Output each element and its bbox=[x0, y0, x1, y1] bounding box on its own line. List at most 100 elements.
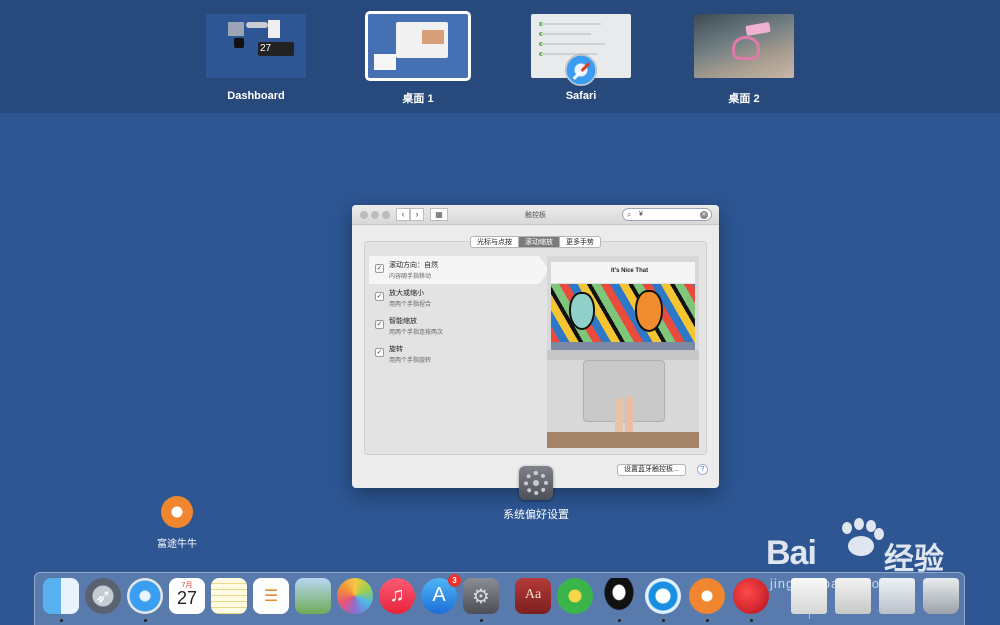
option-zoom-in-out[interactable]: ✓ 放大或缩小 用两个手指捏合 bbox=[369, 284, 539, 312]
space-label-dashboard: Dashboard bbox=[227, 90, 285, 102]
option-description: 用两个手指捏合 bbox=[389, 302, 432, 308]
tab-scroll-zoom[interactable]: 滚动缩放 bbox=[519, 237, 560, 247]
space-thumbnail-dashboard[interactable]: 27 bbox=[206, 14, 306, 78]
setup-bluetooth-trackpad-button[interactable]: 设置蓝牙触控板... bbox=[617, 464, 686, 476]
option-rotate[interactable]: ✓ 旋转 用两个手指旋转 bbox=[369, 340, 539, 368]
system-preferences-icon[interactable]: ⚙ bbox=[463, 578, 499, 614]
screenshots-stack-icon[interactable] bbox=[879, 578, 915, 614]
red-swirl-icon[interactable] bbox=[733, 578, 769, 614]
space-desktop-1[interactable]: 桌面 1 bbox=[365, 11, 471, 106]
documents-stack-icon[interactable] bbox=[835, 578, 871, 614]
app-store-a-icon: A bbox=[432, 584, 446, 606]
clear-search-icon[interactable]: ✕ bbox=[700, 211, 708, 219]
calendar-day: 27 bbox=[176, 588, 198, 608]
list-line bbox=[541, 23, 601, 25]
option-description: 用两个手指旋转 bbox=[389, 358, 432, 364]
running-indicator bbox=[618, 619, 621, 622]
app-store-icon[interactable]: A 3 bbox=[421, 574, 461, 614]
widget-notes bbox=[268, 20, 280, 38]
tab-bar: 光标与点按 滚动缩放 更多手势 bbox=[470, 236, 601, 248]
rocket-icon: ➶ bbox=[94, 586, 112, 608]
paw-toe bbox=[842, 522, 852, 534]
trash-icon[interactable] bbox=[923, 578, 959, 614]
notification-badge: 3 bbox=[448, 574, 461, 587]
running-indicator bbox=[480, 619, 483, 622]
widget-photo bbox=[228, 22, 244, 36]
launchpad-icon[interactable]: ➶ bbox=[85, 578, 121, 614]
space-thumbnail-desktop-2[interactable] bbox=[694, 14, 794, 78]
running-indicator bbox=[144, 619, 147, 622]
gear-icon: ⚙ bbox=[472, 586, 490, 608]
preview-site-header: It's Nice That bbox=[551, 262, 695, 284]
system-preferences-icon[interactable] bbox=[519, 466, 553, 500]
gesture-preview-video: It's Nice That bbox=[547, 256, 699, 448]
running-indicator bbox=[706, 619, 709, 622]
help-button[interactable]: ? bbox=[697, 464, 708, 475]
reminders-icon[interactable]: ☰ bbox=[253, 578, 289, 614]
dock: ➶ 7月 27 ☰ ♫ A 3 ⚙ Aa bbox=[34, 572, 965, 625]
preview-keyboard bbox=[547, 350, 699, 360]
wallpaper-eraser bbox=[745, 21, 771, 37]
futu-niuniu-icon[interactable] bbox=[689, 578, 725, 614]
thumbnail-window-small bbox=[374, 54, 396, 70]
search-field[interactable]: ⌕ ¥ ✕ bbox=[622, 208, 712, 221]
space-label-desktop-1: 桌面 1 bbox=[402, 93, 434, 105]
checkbox-rotate[interactable]: ✓ bbox=[375, 348, 384, 357]
preview-site-title: It's Nice That bbox=[611, 268, 649, 274]
space-label-safari: Safari bbox=[565, 90, 597, 102]
option-description: 用两个手指连按两次 bbox=[389, 330, 444, 336]
preview-icon[interactable] bbox=[295, 578, 331, 614]
space-dashboard[interactable]: 27 Dashboard bbox=[206, 14, 306, 102]
checkbox-zoom-in-out[interactable]: ✓ bbox=[375, 292, 384, 301]
safari-icon bbox=[565, 54, 597, 86]
tab-point-click[interactable]: 光标与点按 bbox=[471, 237, 519, 247]
trackpad-content-panel: ✓ 滚动方向：自然 内容随手指移动 ✓ 放大或缩小 用两个手指捏合 ✓ 智能缩放… bbox=[364, 241, 707, 455]
photos-icon[interactable] bbox=[337, 578, 373, 614]
window-titlebar[interactable]: ‹ › ▦ 触控板 ⌕ ¥ ✕ bbox=[352, 205, 719, 225]
thumbnail-picture bbox=[422, 30, 444, 44]
option-smart-zoom[interactable]: ✓ 智能缩放 用两个手指连按两次 bbox=[369, 312, 539, 340]
music-icon[interactable]: ♫ bbox=[379, 578, 415, 614]
preview-artwork-face bbox=[635, 290, 663, 332]
mission-control-spaces-bar: 27 Dashboard 桌面 1 Safari 桌面 2 bbox=[0, 0, 1000, 113]
preview-trackpad bbox=[583, 360, 665, 422]
notes-icon[interactable] bbox=[211, 578, 247, 614]
calendar-icon[interactable]: 7月 27 bbox=[169, 578, 205, 614]
option-scroll-direction[interactable]: ✓ 滚动方向：自然 内容随手指移动 bbox=[369, 256, 549, 284]
checkbox-scroll-direction[interactable]: ✓ bbox=[375, 264, 384, 273]
checkbox-smart-zoom[interactable]: ✓ bbox=[375, 320, 384, 329]
finder-icon[interactable] bbox=[43, 578, 79, 614]
running-indicator bbox=[60, 619, 63, 622]
wallpaper-heart-icon bbox=[732, 36, 760, 60]
running-indicator bbox=[750, 619, 753, 622]
preview-laptop-screen: It's Nice That bbox=[551, 262, 695, 350]
widget-calendar: 27 bbox=[258, 42, 294, 56]
downloads-stack-icon[interactable] bbox=[791, 578, 827, 614]
list-line bbox=[541, 53, 597, 55]
dictionary-glyph: Aa bbox=[524, 587, 542, 602]
dictionary-icon[interactable]: Aa bbox=[515, 578, 551, 614]
qq-music-icon[interactable] bbox=[557, 578, 593, 614]
safari-icon[interactable] bbox=[127, 578, 163, 614]
option-title: 滚动方向：自然 bbox=[389, 262, 438, 269]
futu-niuniu-icon[interactable] bbox=[161, 496, 193, 528]
preview-artwork-face bbox=[569, 292, 595, 330]
space-thumbnail-desktop-1[interactable] bbox=[365, 11, 471, 81]
gear-icon bbox=[524, 471, 548, 495]
widget-clock bbox=[234, 38, 244, 48]
tab-more-gestures[interactable]: 更多手势 bbox=[560, 237, 600, 247]
desktop-icon-label[interactable]: 富途牛牛 bbox=[137, 535, 217, 550]
paw-toe bbox=[874, 528, 884, 540]
trackpad-preferences-window[interactable]: ‹ › ▦ 触控板 ⌕ ¥ ✕ ✓ 滚动方向：自然 内容随手指移动 ✓ 放大或缩… bbox=[352, 205, 719, 488]
paw-pad bbox=[848, 536, 874, 556]
space-desktop-2[interactable]: 桌面 2 bbox=[694, 14, 794, 106]
baidu-jingyan-watermark: Bai 经验 jingyan.baidu.com bbox=[766, 516, 986, 591]
space-safari[interactable]: Safari bbox=[531, 14, 631, 102]
search-input-value[interactable]: ¥ bbox=[639, 211, 643, 218]
list-bullets-icon: ☰ bbox=[263, 588, 279, 605]
browser-icon[interactable] bbox=[645, 578, 681, 614]
watermark-brand: Bai bbox=[766, 534, 817, 572]
list-line bbox=[541, 33, 591, 35]
widget-calendar-day: 27 bbox=[260, 43, 272, 54]
qq-penguin-icon[interactable] bbox=[601, 578, 637, 614]
